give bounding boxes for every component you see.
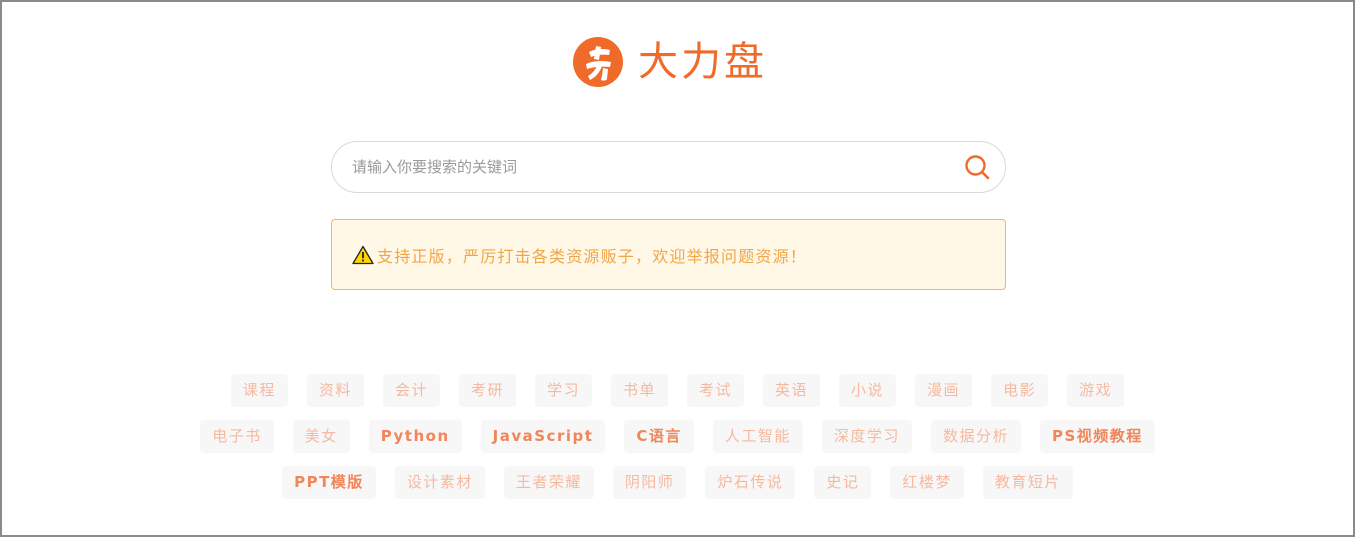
notice-banner: 支持正版，严厉打击各类资源贩子，欢迎举报问题资源！ <box>331 219 1006 290</box>
search-button[interactable] <box>951 142 1003 192</box>
tag-item[interactable]: PS视频教程 <box>1039 420 1155 453</box>
tag-item[interactable]: 学习 <box>534 374 592 407</box>
logo-mark-icon <box>573 37 623 87</box>
tag-item[interactable]: PPT模版 <box>282 466 376 499</box>
site-title: 大力盘 <box>638 39 767 85</box>
tag-item[interactable]: C语言 <box>624 420 694 453</box>
site-logo[interactable]: 大力盘 <box>572 36 767 88</box>
tag-item[interactable]: 漫画 <box>915 374 973 407</box>
tag-item[interactable]: 资料 <box>306 374 364 407</box>
tag-item[interactable]: 电影 <box>991 374 1049 407</box>
tag-item[interactable]: 人工智能 <box>712 420 803 453</box>
tag-item[interactable]: 电子书 <box>200 420 274 453</box>
tag-row-3: PPT模版 设计素材 王者荣耀 阴阳师 炉石传说 史记 红楼梦 教育短片 <box>2 466 1353 499</box>
search-input[interactable] <box>332 141 951 193</box>
tag-item[interactable]: 王者荣耀 <box>503 466 594 499</box>
tag-item[interactable]: 美女 <box>292 420 350 453</box>
tag-item[interactable]: 游戏 <box>1067 374 1125 407</box>
tag-item[interactable]: 考研 <box>458 374 516 407</box>
tag-item[interactable]: 深度学习 <box>821 420 912 453</box>
tag-item[interactable]: 教育短片 <box>982 466 1073 499</box>
tag-row-2: 电子书 美女 Python JavaScript C语言 人工智能 深度学习 数… <box>2 420 1353 453</box>
tag-item[interactable]: 会计 <box>382 374 440 407</box>
tag-row-1: 课程 资料 会计 考研 学习 书单 考试 英语 小说 漫画 电影 游戏 <box>2 374 1353 407</box>
tag-item[interactable]: 课程 <box>230 374 288 407</box>
tag-item[interactable]: Python <box>368 420 462 453</box>
tag-item[interactable]: 红楼梦 <box>890 466 964 499</box>
tag-item[interactable]: 书单 <box>610 374 668 407</box>
tag-item[interactable]: 炉石传说 <box>705 466 796 499</box>
warning-triangle-icon <box>352 245 374 264</box>
tag-item[interactable]: 考试 <box>687 374 745 407</box>
tag-item[interactable]: JavaScript <box>480 420 606 453</box>
tag-item[interactable]: 小说 <box>839 374 897 407</box>
tag-item[interactable]: 阴阳师 <box>612 466 687 499</box>
tag-item[interactable]: 史记 <box>814 466 872 499</box>
search-icon <box>965 155 990 180</box>
tag-item[interactable]: 数据分析 <box>930 420 1021 453</box>
notice-text: 支持正版，严厉打击各类资源贩子，欢迎举报问题资源！ <box>377 246 808 266</box>
tag-item[interactable]: 英语 <box>763 374 821 407</box>
search-bar <box>331 141 1006 193</box>
tag-item[interactable]: 设计素材 <box>394 466 485 499</box>
hot-tags: 课程 资料 会计 考研 学习 书单 考试 英语 小说 漫画 电影 游戏 电子书 … <box>2 374 1353 512</box>
